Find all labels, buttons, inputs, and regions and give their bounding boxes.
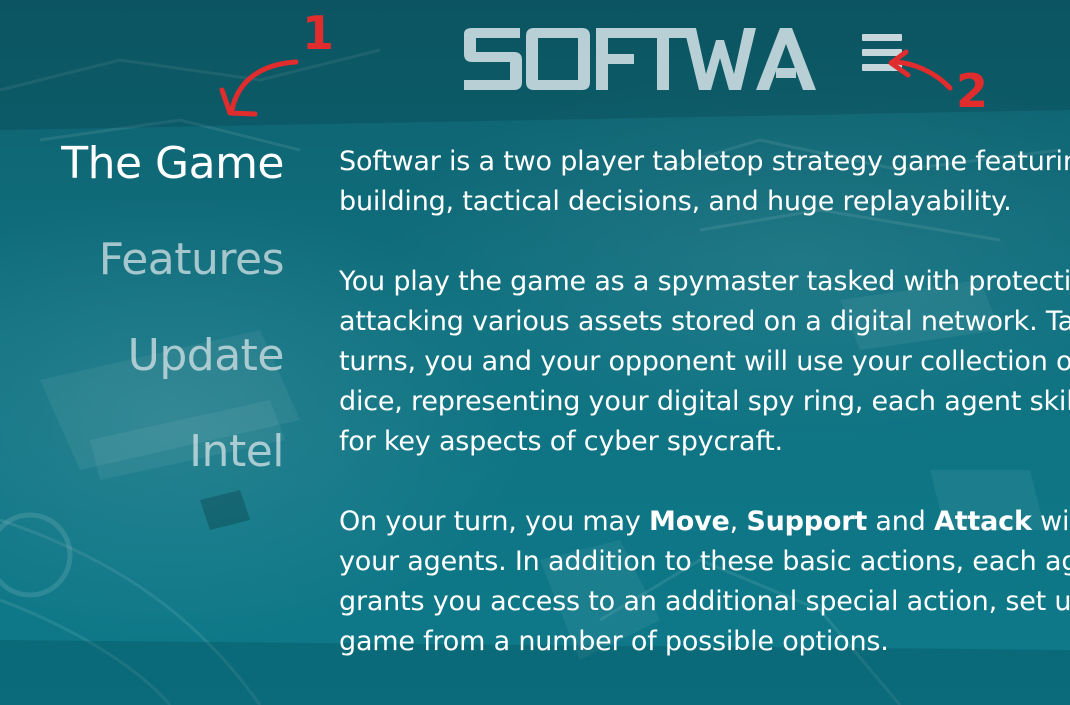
softwar-logo[interactable] bbox=[462, 26, 818, 92]
paragraph-intro: Softwar is a two player tabletop strateg… bbox=[339, 142, 1070, 222]
side-navigation: The Game Features Update Intel bbox=[0, 140, 284, 524]
text-fragment: On your turn, you may bbox=[339, 506, 650, 537]
text-fragment: and bbox=[867, 506, 935, 537]
text-line: dice, representing your digital spy ring… bbox=[339, 386, 1070, 417]
game-description: Softwar is a two player tabletop strateg… bbox=[339, 142, 1070, 702]
action-move: Move bbox=[649, 506, 730, 537]
text-line: Softwar is a two player tabletop strateg… bbox=[339, 146, 1070, 177]
text-line: grants you access to an additional speci… bbox=[339, 586, 1070, 617]
hamburger-menu-button[interactable] bbox=[858, 30, 906, 76]
text-line: On your turn, you may Move, Support and … bbox=[339, 502, 1070, 542]
menu-line bbox=[862, 64, 902, 71]
menu-line bbox=[862, 49, 902, 56]
paragraph-spymaster: You play the game as a spymaster tasked … bbox=[339, 262, 1070, 462]
text-line: your agents. In addition to these basic … bbox=[339, 546, 1070, 577]
menu-line bbox=[862, 34, 902, 41]
text-fragment: , bbox=[729, 506, 747, 537]
text-fragment: with bbox=[1040, 506, 1070, 537]
nav-item-intel[interactable]: Intel bbox=[0, 428, 284, 524]
text-line: attacking various assets stored on a dig… bbox=[339, 306, 1070, 337]
nav-item-update[interactable]: Update bbox=[0, 332, 285, 428]
paragraph-turn-actions: On your turn, you may Move, Support and … bbox=[339, 502, 1070, 662]
action-attack: Attack bbox=[934, 506, 1032, 537]
nav-item-the-game[interactable]: The Game bbox=[0, 140, 284, 236]
nav-item-features[interactable]: Features bbox=[0, 236, 285, 332]
text-line: You play the game as a spymaster tasked … bbox=[339, 266, 1070, 297]
text-line: building, tactical decisions, and huge r… bbox=[339, 186, 1012, 217]
text-line: turns, you and your opponent will use yo… bbox=[339, 346, 1070, 377]
text-line: game from a number of possible options. bbox=[339, 626, 889, 657]
action-support: Support bbox=[746, 506, 868, 537]
text-line: for key aspects of cyber spycraft. bbox=[339, 426, 783, 457]
